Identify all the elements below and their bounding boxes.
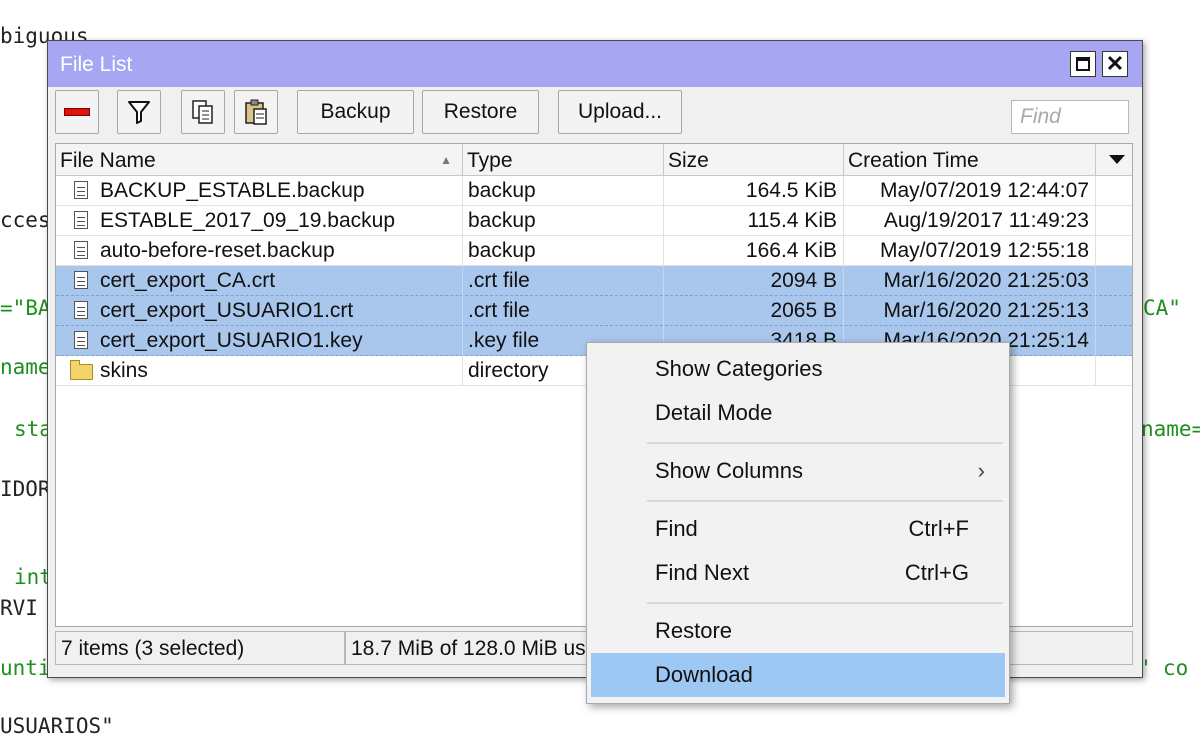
minus-icon — [64, 108, 90, 116]
menu-item-show-columns[interactable]: Show Columns › — [591, 449, 1005, 493]
filter-icon — [128, 101, 150, 124]
cell-creation-time: May/07/2019 12:55:18 — [844, 236, 1096, 266]
cell-creation-time: May/07/2019 12:44:07 — [844, 176, 1096, 206]
column-header-type[interactable]: Type — [463, 144, 664, 175]
remove-button[interactable] — [55, 90, 99, 134]
file-icon — [74, 271, 88, 289]
table-row[interactable]: ESTABLE_2017_09_19.backup backup 115.4 KiB… — [56, 206, 1132, 236]
folder-icon — [70, 360, 93, 380]
find-input[interactable] — [1011, 100, 1129, 134]
cell-file-name: ESTABLE_2017_09_19.backup — [56, 206, 463, 236]
bg-code-line: unti — [0, 656, 51, 680]
close-icon: ✕ — [1105, 51, 1125, 76]
menu-item-download[interactable]: Download — [591, 653, 1005, 697]
bg-code-line: RVI — [0, 596, 38, 620]
cell-type: backup — [463, 206, 664, 236]
menu-item-find-next[interactable]: Find Next Ctrl+G — [591, 551, 1005, 595]
cell-size: 166.4 KiB — [664, 236, 844, 266]
cell-file-name: skins — [56, 356, 463, 386]
cell-type: backup — [463, 236, 664, 266]
filter-button[interactable] — [117, 90, 161, 134]
cell-creation-time: Mar/16/2020 21:25:13 — [844, 296, 1096, 326]
shortcut-ctrl-g: Ctrl+G — [904, 560, 969, 585]
file-icon — [74, 241, 88, 259]
column-header-file-name[interactable]: File Name ▲ — [56, 144, 463, 175]
paste-icon — [245, 99, 267, 125]
backup-button[interactable]: Backup — [297, 90, 414, 134]
cell-creation-time: Mar/16/2020 21:25:03 — [844, 266, 1096, 296]
cell-type: backup — [463, 176, 664, 206]
bg-code-line: name= — [1141, 417, 1200, 441]
cell-type: .crt file — [463, 296, 664, 326]
cell-file-name: cert_export_USUARIO1.key — [56, 326, 463, 356]
menu-separator — [647, 442, 1003, 444]
menu-item-show-categories[interactable]: Show Categories — [591, 347, 1005, 391]
table-row[interactable]: BACKUP_ESTABLE.backup backup 164.5 KiB May/… — [56, 176, 1132, 206]
upload-button[interactable]: Upload... — [558, 90, 682, 134]
cell-file-name: auto-before-reset.backup — [56, 236, 463, 266]
cell-creation-time: Aug/19/2017 11:49:23 — [844, 206, 1096, 236]
maximize-button[interactable] — [1070, 51, 1096, 77]
context-menu: Show Categories Detail Mode Show Columns… — [586, 342, 1010, 704]
cell-size: 2094 B — [664, 266, 844, 296]
table-row[interactable]: cert_export_USUARIO1.crt .crt file 2065 BM… — [56, 296, 1132, 326]
close-button[interactable]: ✕ — [1102, 51, 1128, 77]
cell-size: 115.4 KiB — [664, 206, 844, 236]
file-icon — [74, 301, 88, 319]
shortcut-ctrl-f: Ctrl+F — [908, 516, 970, 541]
cell-file-name: cert_export_USUARIO1.crt — [56, 296, 463, 326]
status-item-count: 7 items (3 selected) — [55, 631, 345, 665]
chevron-right-icon: › — [977, 458, 985, 483]
menu-separator — [647, 602, 1003, 604]
bg-code-line: IDOR — [0, 477, 51, 501]
file-icon — [74, 331, 88, 349]
copy-button[interactable] — [181, 90, 225, 134]
bg-code-line: CA" — [1143, 296, 1194, 320]
triangle-down-icon — [1109, 155, 1125, 164]
copy-icon — [192, 100, 213, 124]
column-header-size[interactable]: Size — [664, 144, 844, 175]
table-header: File Name ▲ Type Size Creation Time — [56, 144, 1132, 176]
maximize-icon — [1076, 57, 1090, 71]
table-row[interactable]: cert_export_CA.crt .crt file 2094 B Mar/16/… — [56, 266, 1132, 296]
bg-code-line: name — [0, 355, 51, 379]
window-title: File List — [60, 53, 133, 76]
menu-item-detail-mode[interactable]: Detail Mode — [591, 391, 1005, 435]
bg-code-line: USUARIOS" — [0, 714, 114, 738]
file-icon — [74, 181, 88, 199]
column-menu-button[interactable] — [1102, 144, 1132, 175]
table-row[interactable]: auto-before-reset.backup backup 166.4 KiB M… — [56, 236, 1132, 266]
window-titlebar[interactable]: File List ✕ — [48, 41, 1142, 87]
paste-button[interactable] — [234, 90, 278, 134]
restore-button[interactable]: Restore — [422, 90, 539, 134]
file-icon — [74, 211, 88, 229]
menu-item-find[interactable]: Find Ctrl+F — [591, 507, 1005, 551]
menu-item-restore[interactable]: Restore — [591, 609, 1005, 653]
cell-size: 164.5 KiB — [664, 176, 844, 206]
bg-code-line: cces — [0, 208, 51, 232]
cell-type: .crt file — [463, 266, 664, 296]
bg-code-line: ="BA — [0, 296, 51, 320]
sort-ascending-icon: ▲ — [440, 153, 452, 167]
cell-file-name: cert_export_CA.crt — [56, 266, 463, 296]
column-header-creation-time[interactable]: Creation Time — [844, 144, 1096, 175]
cell-file-name: BACKUP_ESTABLE.backup — [56, 176, 463, 206]
cell-size: 2065 B — [664, 296, 844, 326]
menu-separator — [647, 500, 1003, 502]
